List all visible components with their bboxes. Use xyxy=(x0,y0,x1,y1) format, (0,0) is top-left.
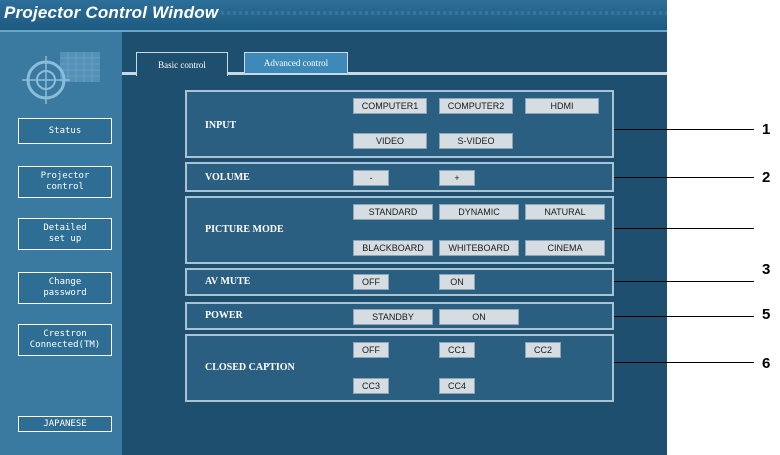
sidebar-item-japanese[interactable]: JAPANESE xyxy=(18,416,112,432)
input-computer1-button[interactable]: COMPUTER1 xyxy=(353,98,427,114)
input-computer2-button[interactable]: COMPUTER2 xyxy=(439,98,513,114)
picture-standard-button[interactable]: STANDARD xyxy=(353,204,433,220)
closed-caption-section: CLOSED CAPTION OFF CC1 CC2 CC3 CC4 xyxy=(185,334,614,402)
sidebar-item-change-password[interactable]: Change password xyxy=(18,272,112,304)
input-label: INPUT xyxy=(205,120,237,131)
tab-basic-control[interactable]: Basic control xyxy=(136,52,228,76)
callout-number-3: 3 xyxy=(762,261,771,278)
input-s-video-button[interactable]: S-VIDEO xyxy=(439,133,513,149)
callout-line-1 xyxy=(614,129,754,130)
callout-number-6: 6 xyxy=(762,355,771,372)
sidebar-item-label: Projector control xyxy=(40,171,90,192)
callout-number-1: 1 xyxy=(762,121,771,138)
sidebar-item-detailed-set-up[interactable]: Detailed set up xyxy=(18,218,112,250)
callout-line-6 xyxy=(614,362,754,363)
sidebar-item-projector-control[interactable]: Projector control xyxy=(18,166,112,198)
picture-cinema-button[interactable]: CINEMA xyxy=(525,240,605,256)
cc1-button[interactable]: CC1 xyxy=(439,342,475,358)
power-standby-button[interactable]: STANDBY xyxy=(353,309,433,325)
projector-logo-icon xyxy=(18,44,108,106)
tab-advanced-control[interactable]: Advanced control xyxy=(244,52,348,74)
title-bar: Projector Control Window xyxy=(0,0,667,32)
picture-whiteboard-button[interactable]: WHITEBOARD xyxy=(439,240,519,256)
picture-mode-section: PICTURE MODE STANDARD DYNAMIC NATURAL BL… xyxy=(185,196,614,264)
sidebar-item-label: Crestron Connected(TM) xyxy=(29,329,101,350)
main-panel: Basic control Advanced control INPUT COM… xyxy=(122,32,667,455)
closed-caption-label: CLOSED CAPTION xyxy=(205,362,295,373)
sidebar-item-crestron-connected[interactable]: Crestron Connected(TM) xyxy=(18,324,112,356)
av-mute-label: AV MUTE xyxy=(205,276,251,287)
input-video-button[interactable]: VIDEO xyxy=(353,133,427,149)
callout-line-2 xyxy=(614,177,754,178)
picture-dynamic-button[interactable]: DYNAMIC xyxy=(439,204,519,220)
callout-line-5 xyxy=(614,316,754,317)
volume-down-button[interactable]: - xyxy=(353,170,389,186)
sidebar-item-status[interactable]: Status xyxy=(18,118,112,144)
callout-number-5: 5 xyxy=(762,306,771,323)
input-section: INPUT COMPUTER1 COMPUTER2 HDMI VIDEO S-V… xyxy=(185,90,614,158)
power-label: POWER xyxy=(205,310,243,321)
power-section: POWER STANDBY ON xyxy=(185,302,614,330)
cc3-button[interactable]: CC3 xyxy=(353,378,389,394)
picture-mode-label: PICTURE MODE xyxy=(205,224,284,235)
picture-natural-button[interactable]: NATURAL xyxy=(525,204,605,220)
window-title: Projector Control Window xyxy=(4,3,219,22)
input-hdmi-button[interactable]: HDMI xyxy=(525,98,599,114)
title-bar-pattern xyxy=(167,11,667,15)
projector-control-window: Projector Control Window Status Projecto… xyxy=(0,0,667,455)
sidebar-item-label: Change password xyxy=(43,277,87,298)
volume-label: VOLUME xyxy=(205,172,250,183)
sidebar-item-label: Detailed set up xyxy=(43,223,87,244)
cc2-button[interactable]: CC2 xyxy=(525,342,561,358)
sidebar-item-label: JAPANESE xyxy=(43,418,87,429)
callout-line-4 xyxy=(614,281,754,282)
sidebar: Status Projector control Detailed set up… xyxy=(0,32,122,455)
av-mute-off-button[interactable]: OFF xyxy=(353,274,389,290)
av-mute-on-button[interactable]: ON xyxy=(439,274,475,290)
volume-section: VOLUME - + xyxy=(185,162,614,192)
cc4-button[interactable]: CC4 xyxy=(439,378,475,394)
sidebar-item-label: Status xyxy=(48,125,82,136)
callout-line-3 xyxy=(614,228,754,229)
callout-number-2: 2 xyxy=(762,169,771,186)
cc-off-button[interactable]: OFF xyxy=(353,342,389,358)
power-on-button[interactable]: ON xyxy=(439,309,519,325)
volume-up-button[interactable]: + xyxy=(439,170,475,186)
picture-blackboard-button[interactable]: BLACKBOARD xyxy=(353,240,433,256)
av-mute-section: AV MUTE OFF ON xyxy=(185,268,614,296)
